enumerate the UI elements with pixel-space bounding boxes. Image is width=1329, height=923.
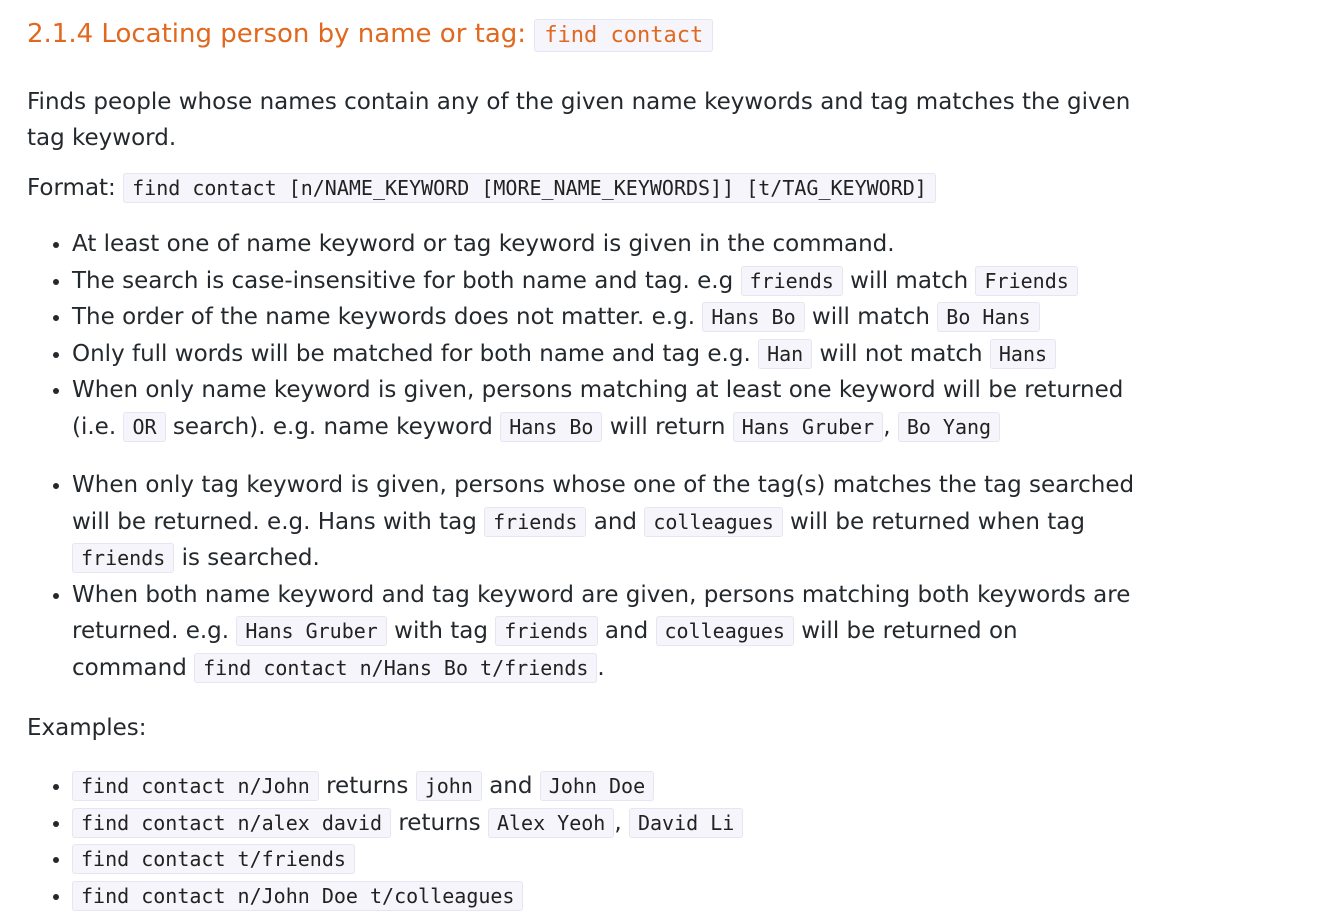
inline-code: find contact n/alex david — [72, 807, 392, 838]
format-label: Format: — [27, 175, 124, 201]
examples-label: Examples: — [27, 715, 147, 741]
list-item: When both name keyword and tag keyword a… — [72, 577, 1137, 687]
inline-code: friends — [740, 265, 843, 296]
inline-code: Hans Bo — [500, 411, 603, 442]
inline-code: John Doe — [539, 771, 655, 801]
inline-code: Hans Bo — [702, 302, 805, 332]
list-item: find contact n/John Doe t/colleagues — [72, 878, 1137, 915]
list-item: The search is case-insensitive for both … — [72, 263, 1137, 300]
list-item: The order of the name keywords does not … — [72, 299, 1137, 336]
inline-code: find contact n/Hans Bo t/friends — [194, 652, 598, 683]
inline-code: friends — [72, 543, 175, 573]
section-heading: 2.1.4 Locating person by name or tag: fi… — [27, 14, 1137, 56]
inline-code: find contact n/John Doe t/colleagues — [72, 880, 524, 911]
list-item: find contact t/friends — [72, 841, 1137, 878]
inline-code: find contact n/John — [72, 771, 319, 801]
inline-code: Han — [758, 338, 813, 369]
heading-text: 2.1.4 Locating person by name or tag: — [27, 19, 535, 49]
list-item-text: The search is case-insensitive for both … — [72, 267, 741, 294]
list-item-text: and — [597, 618, 656, 644]
list-item-text: and — [481, 773, 540, 799]
list-item: At least one of name keyword or tag keyw… — [72, 226, 1137, 263]
list-item-text: will match — [804, 304, 938, 330]
list-item: find contact n/John returns john and Joh… — [72, 768, 1137, 805]
list-item-text: will return — [602, 413, 733, 440]
inline-code: Hans Gruber — [236, 616, 387, 646]
notes-list-a: At least one of name keyword or tag keyw… — [27, 226, 1137, 445]
inline-code: David Li — [628, 807, 744, 838]
list-item: Only full words will be matched for both… — [72, 336, 1137, 373]
inline-code: Friends — [975, 265, 1078, 296]
inline-code: Alex Yeoh — [487, 807, 615, 838]
list-item-text: and — [586, 508, 645, 535]
list-item-text: Only full words will be matched for both… — [72, 340, 759, 367]
inline-code: OR — [123, 411, 166, 442]
list-item-text: At least one of name keyword or tag keyw… — [72, 231, 895, 257]
inline-code: colleagues — [644, 506, 783, 537]
list-item-text: , — [614, 809, 629, 836]
inline-code: colleagues — [655, 616, 794, 646]
inline-code: Bo Hans — [937, 302, 1040, 332]
heading-code: find contact — [534, 19, 714, 52]
inline-code: Hans — [989, 338, 1057, 369]
list-item-text: The order of the name keywords does not … — [72, 304, 703, 330]
list-item: When only name keyword is given, persons… — [72, 372, 1137, 445]
format-line: Format: find contact [n/NAME_KEYWORD [MO… — [27, 170, 1137, 206]
list-item: find contact n/alex david returns Alex Y… — [72, 805, 1137, 842]
inline-code: find contact t/friends — [72, 844, 355, 874]
list-item-text: will not match — [812, 340, 990, 367]
list-item-text: with tag — [386, 618, 496, 644]
inline-code: friends — [495, 616, 598, 646]
inline-code: Bo Yang — [897, 411, 1001, 442]
list-item-text: , — [883, 413, 898, 440]
document-page: 2.1.4 Locating person by name or tag: fi… — [0, 0, 1137, 914]
format-code: find contact [n/NAME_KEYWORD [MORE_NAME_… — [123, 173, 936, 203]
notes-list-b: When only tag keyword is given, persons … — [27, 467, 1137, 686]
examples-list: find contact n/John returns john and Joh… — [27, 768, 1137, 914]
list-item-text: search). e.g. name keyword — [165, 413, 501, 440]
list-item-text: . — [597, 654, 605, 681]
list-item: When only tag keyword is given, persons … — [72, 467, 1137, 577]
intro-paragraph: Finds people whose names contain any of … — [27, 89, 1131, 151]
list-item-text: is searched. — [174, 545, 320, 571]
list-item-text: returns — [391, 809, 488, 836]
list-item-text: will be returned when tag — [782, 508, 1085, 535]
inline-code: friends — [484, 506, 587, 537]
inline-code: john — [415, 771, 482, 801]
inline-code: Hans Gruber — [732, 411, 884, 442]
list-item-text: will match — [842, 267, 976, 294]
list-item-text: returns — [318, 773, 416, 799]
